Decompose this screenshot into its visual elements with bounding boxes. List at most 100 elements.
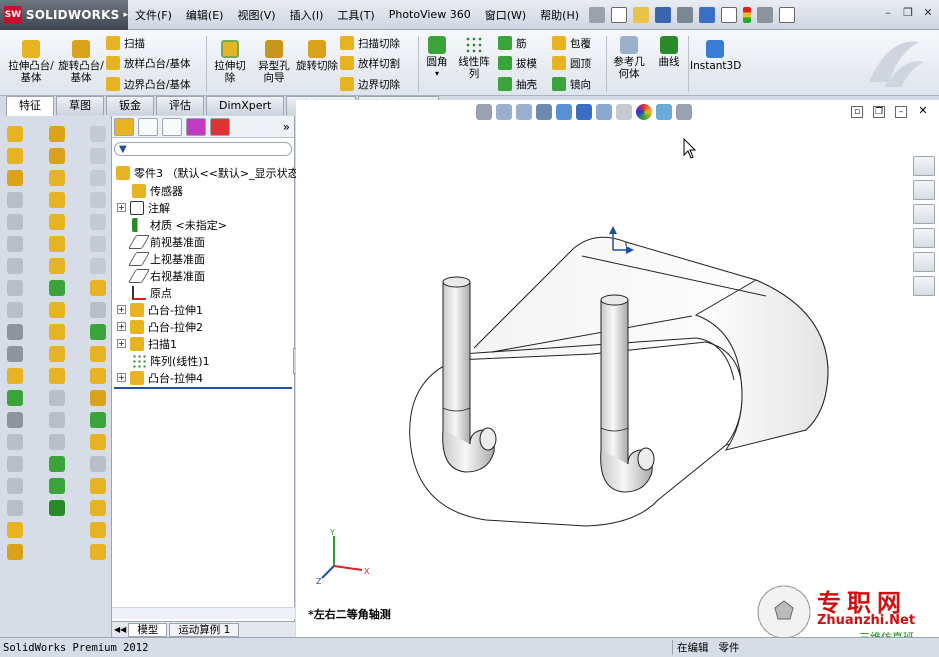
tree-item-right-plane[interactable]: 右视基准面 bbox=[127, 267, 205, 284]
boundary-cut-button[interactable]: 边界切除 bbox=[340, 75, 400, 93]
doc-close-icon[interactable]: ✕ bbox=[917, 105, 929, 118]
tool-icon[interactable] bbox=[49, 500, 65, 516]
tool-icon[interactable] bbox=[7, 258, 23, 274]
normal-to-icon[interactable] bbox=[476, 104, 492, 120]
tool-icon[interactable] bbox=[49, 280, 65, 296]
draft-button[interactable]: 拔模 bbox=[498, 54, 537, 72]
tab-sketch[interactable]: 草图 bbox=[56, 96, 104, 115]
tool-icon[interactable] bbox=[49, 324, 65, 340]
tool-icon[interactable] bbox=[7, 412, 23, 428]
tree-item-origin[interactable]: 原点 bbox=[132, 284, 172, 301]
tab-motion-study[interactable]: 运动算例 1 bbox=[169, 622, 240, 637]
sweep-button[interactable]: 扫描 bbox=[106, 34, 145, 52]
tool-icon[interactable] bbox=[90, 456, 106, 472]
menu-view[interactable]: 视图(V) bbox=[230, 0, 282, 30]
minimize-icon[interactable]: – bbox=[881, 6, 895, 20]
tool-icon[interactable] bbox=[90, 192, 106, 208]
tool-icon[interactable] bbox=[90, 236, 106, 252]
close-icon[interactable]: ✕ bbox=[921, 6, 935, 20]
open-folder-icon[interactable] bbox=[633, 6, 650, 23]
view-palette-icon[interactable] bbox=[913, 228, 935, 248]
tool-icon[interactable] bbox=[49, 390, 65, 406]
menu-window[interactable]: 窗口(W) bbox=[478, 0, 533, 30]
tool-icon[interactable] bbox=[90, 324, 106, 340]
wrap-button[interactable]: 包覆 bbox=[552, 34, 591, 52]
tool-icon[interactable] bbox=[49, 456, 65, 472]
tab-model[interactable]: 模型 bbox=[128, 622, 168, 637]
tool-icon[interactable] bbox=[49, 478, 65, 494]
ref-geometry-button[interactable]: 参考几何体 bbox=[610, 36, 648, 80]
tool-icon[interactable] bbox=[49, 412, 65, 428]
tree-item-sensors[interactable]: 传感器 bbox=[132, 182, 183, 199]
tool-icon[interactable] bbox=[49, 346, 65, 362]
undo-icon[interactable] bbox=[699, 6, 716, 23]
tool-icon[interactable] bbox=[7, 390, 23, 406]
extrude-cut-button[interactable]: 拉伸切除 bbox=[210, 40, 250, 84]
tool-icon[interactable] bbox=[7, 368, 23, 384]
tool-icon[interactable] bbox=[90, 368, 106, 384]
tab-dimxpert[interactable]: DimXpert bbox=[206, 96, 285, 115]
solidworks-resources-icon[interactable] bbox=[913, 156, 935, 176]
tool-icon[interactable] bbox=[90, 126, 106, 142]
graphics-area[interactable]: ▫ ❐ – ✕ Y X Z *左右二等角轴测 专职网 Zhuanzhi.Net bbox=[296, 100, 939, 644]
view-orientation-icon[interactable] bbox=[576, 104, 592, 120]
chevron-down-icon[interactable]: ▾ bbox=[422, 68, 452, 80]
tool-icon[interactable] bbox=[90, 434, 106, 450]
tool-icon[interactable] bbox=[90, 302, 106, 318]
tool-icon[interactable] bbox=[90, 214, 106, 230]
edit-appearance-icon[interactable] bbox=[636, 104, 652, 120]
zoom-to-area-icon[interactable] bbox=[516, 104, 532, 120]
tab-features[interactable]: 特征 bbox=[6, 96, 54, 116]
mirror-button[interactable]: 镜向 bbox=[552, 75, 591, 93]
tab-sheet-metal[interactable]: 钣金 bbox=[106, 96, 154, 115]
custom-properties-icon[interactable] bbox=[913, 276, 935, 296]
configuration-manager-tab-icon[interactable] bbox=[162, 117, 182, 136]
tool-icon[interactable] bbox=[90, 412, 106, 428]
rib-button[interactable]: 筋 bbox=[498, 34, 527, 52]
fillet-button[interactable]: 圆角 ▾ bbox=[422, 36, 452, 80]
tool-icon[interactable] bbox=[7, 170, 23, 186]
instant3d-button[interactable]: Instant3D bbox=[690, 40, 741, 72]
doc-minimize-icon[interactable]: – bbox=[895, 106, 907, 118]
help-question-icon[interactable] bbox=[779, 6, 796, 23]
pushpin-icon[interactable] bbox=[589, 6, 606, 23]
menu-insert[interactable]: 插入(I) bbox=[283, 0, 331, 30]
zoom-to-fit-icon[interactable] bbox=[496, 104, 512, 120]
tool-icon[interactable] bbox=[90, 346, 106, 362]
hide-show-items-icon[interactable] bbox=[616, 104, 632, 120]
tool-icon[interactable] bbox=[90, 170, 106, 186]
nav-first-icon[interactable]: ◀◀ bbox=[114, 625, 126, 634]
tool-icon[interactable] bbox=[7, 236, 23, 252]
print-icon[interactable] bbox=[677, 6, 694, 23]
tool-icon[interactable] bbox=[49, 302, 65, 318]
tool-icon[interactable] bbox=[90, 390, 106, 406]
lofted-cut-button[interactable]: 放样切割 bbox=[340, 54, 400, 72]
expand-icon[interactable]: + bbox=[117, 203, 126, 212]
doc-tile-icon[interactable]: ▫ bbox=[851, 106, 863, 118]
tool-icon[interactable] bbox=[90, 478, 106, 494]
file-explorer-icon[interactable] bbox=[913, 204, 935, 224]
tree-item-top-plane[interactable]: 上视基准面 bbox=[127, 250, 205, 267]
loft-boss-button[interactable]: 放样凸台/基体 bbox=[106, 54, 191, 72]
tool-icon[interactable] bbox=[7, 346, 23, 362]
tool-icon[interactable] bbox=[49, 192, 65, 208]
menu-edit[interactable]: 编辑(E) bbox=[179, 0, 231, 30]
previous-view-icon[interactable] bbox=[536, 104, 552, 120]
section-view-icon[interactable] bbox=[556, 104, 572, 120]
tree-item-boss-extrude2[interactable]: + 凸台-拉伸2 bbox=[117, 318, 203, 335]
rollback-bar[interactable] bbox=[114, 387, 292, 389]
tool-icon[interactable] bbox=[7, 214, 23, 230]
apply-scene-icon[interactable] bbox=[656, 104, 672, 120]
doc-restore-icon[interactable]: ❐ bbox=[873, 106, 885, 118]
tool-icon[interactable] bbox=[7, 478, 23, 494]
menu-tools[interactable]: 工具(T) bbox=[330, 0, 381, 30]
tool-icon[interactable] bbox=[90, 500, 106, 516]
view-settings-icon[interactable] bbox=[676, 104, 692, 120]
tool-icon[interactable] bbox=[49, 434, 65, 450]
curves-button[interactable]: 曲线 bbox=[652, 36, 686, 68]
dimxpert-manager-tab-icon[interactable] bbox=[186, 117, 206, 136]
save-icon[interactable] bbox=[655, 6, 672, 23]
tool-icon[interactable] bbox=[90, 258, 106, 274]
tool-icon[interactable] bbox=[7, 148, 23, 164]
design-library-icon[interactable] bbox=[913, 180, 935, 200]
